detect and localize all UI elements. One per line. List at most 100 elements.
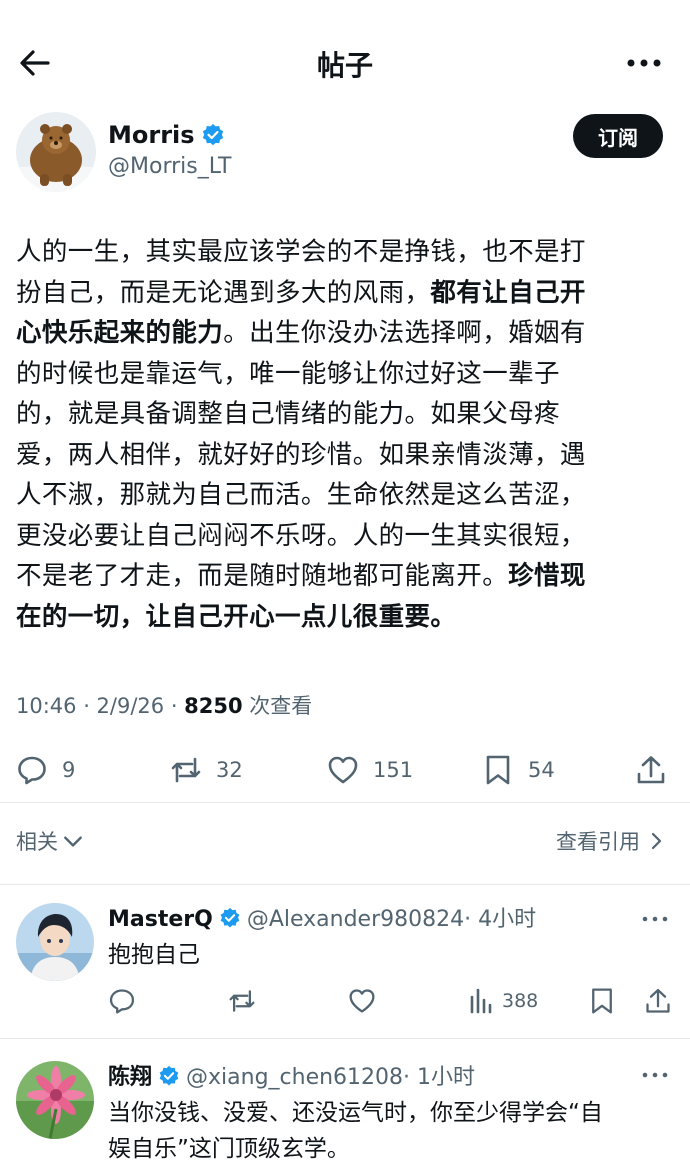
post-text-segment: 。出生你没办法选择啊，婚姻有 (223, 318, 586, 348)
views-icon (470, 988, 492, 1014)
verified-icon (159, 1065, 179, 1086)
post-text-segment: 人的一生，其实最应该学会的不是挣钱，也不是打 (16, 237, 586, 267)
more-button[interactable] (624, 48, 664, 78)
post-text-line: 爱，两人相伴，就好好的珍惜。如果亲情淡薄，遇 (16, 435, 676, 476)
reply-text-line: 抱抱自己 (108, 942, 200, 968)
post-text-bold-segment: 珍惜现 (508, 561, 586, 591)
reply-avatar[interactable] (16, 1061, 94, 1139)
reply-time: · 1小时 (403, 1065, 476, 1090)
view-quotes-label: 查看引用 (556, 830, 640, 854)
author-avatar[interactable] (16, 112, 96, 192)
post-text: 人的一生，其实最应该学会的不是挣钱，也不是打 扮自己，而是无论遇到多大的风雨，都有… (16, 232, 676, 637)
post-actions: 9 32 151 54 (0, 745, 690, 795)
reply-avatar[interactable] (16, 903, 94, 981)
post-text-segment: 爱，两人相伴，就好好的珍惜。如果亲情淡薄，遇 (16, 439, 586, 470)
views-count: 388 (502, 990, 539, 1012)
post-text-line: 人的一生，其实最应该学会的不是挣钱，也不是打 (16, 232, 676, 273)
view-count: 8250 (184, 694, 243, 718)
like-button[interactable] (348, 983, 376, 1019)
chevron-down-icon (64, 836, 82, 847)
reply-author-handle[interactable]: @Alexander980824 (247, 907, 464, 932)
more-icon (627, 59, 661, 67)
reply-icon (109, 989, 135, 1014)
reply-author-name[interactable]: MasterQ (108, 907, 213, 932)
verified-icon (202, 124, 223, 146)
post-text-bold-segment: 在的一切，让自己开心一点儿很重要。 (16, 601, 457, 632)
post-text-line: 更没必要让自己闷闷不乐呀。人的一生其实很短， (16, 516, 676, 557)
reply-header: 陈翔 @xiang_chen61208· 1小时 (108, 1059, 475, 1091)
like-count: 151 (373, 758, 414, 782)
more-icon (642, 916, 668, 922)
author-name-text: Morris (108, 121, 195, 149)
post-text-line: 不是老了才走，而是随时随地都可能离开。珍惜现 (16, 556, 676, 597)
share-icon (637, 756, 665, 784)
post-text-line: 的，就是具备调整自己情绪的能力。如果父母疼 (16, 394, 676, 435)
chevron-right-icon (651, 832, 662, 850)
share-button[interactable] (635, 745, 681, 795)
divider (0, 802, 690, 803)
post-text-segment: 更没必要让自己闷闷不乐呀。人的一生其实很短， (16, 520, 586, 551)
reply-more-button[interactable] (640, 909, 670, 929)
reply-more-button[interactable] (640, 1065, 670, 1085)
post-text-bold-segment: 都有让自己开 (430, 277, 586, 308)
reply-text: 当你没钱、没爱、还没运气时，你至少得学会“自 娱自乐”这门顶级玄学。 (108, 1095, 678, 1167)
post-text-line: 人不淑，那就为自己而活。生命依然是这么苦涩， (16, 475, 676, 516)
repost-count: 32 (216, 758, 243, 782)
anime-boy-avatar-image (16, 903, 94, 981)
repost-button[interactable] (228, 983, 256, 1019)
views-button[interactable]: 388 (468, 983, 538, 1019)
bookmark-count: 54 (528, 758, 555, 782)
reply-text: 抱抱自己 (108, 937, 678, 973)
reply-actions: 388 (0, 983, 690, 1019)
related-label: 相关 (16, 830, 58, 854)
like-icon (349, 989, 375, 1013)
post-text-bold-segment: 心快乐起来的能力 (16, 318, 224, 348)
post-timestamp: 10:46 · 2/9/26 · (16, 694, 185, 718)
reply-button[interactable]: 9 (16, 745, 75, 795)
reply-author-handle[interactable]: @xiang_chen61208 (186, 1065, 403, 1090)
reply-icon (18, 756, 46, 785)
bookmark-button[interactable]: 54 (482, 745, 555, 795)
post-text-segment: 扮自己，而是无论遇到多大的风雨， (16, 277, 431, 308)
bookmark-button[interactable] (588, 983, 616, 1019)
bear-avatar-image (16, 112, 96, 192)
subscribe-button[interactable]: 订阅 (573, 114, 663, 158)
flower-avatar-image (16, 1061, 94, 1139)
page-title: 帖子 (316, 49, 373, 82)
like-icon (328, 756, 358, 784)
repost-icon (171, 757, 201, 783)
post-text-line: 扮自己，而是无论遇到多大的风雨，都有让自己开 (16, 273, 676, 314)
reply-count: 9 (62, 758, 76, 782)
post-text-line: 的时候也是靠运气，唯一能够让你过好这一辈子 (16, 354, 676, 395)
reply-text-line: 娱自乐”这门顶级玄学。 (108, 1136, 350, 1162)
post-text-line: 在的一切，让自己开心一点儿很重要。 (16, 597, 676, 638)
author-name[interactable]: Morris (108, 121, 225, 149)
reply-author-name[interactable]: 陈翔 (108, 1065, 152, 1090)
post-text-segment: 不是老了才走，而是随时随地都可能离开。 (16, 561, 509, 591)
bookmark-icon (592, 988, 612, 1014)
post-text-line: 心快乐起来的能力。出生你没办法选择啊，婚姻有 (16, 313, 676, 354)
like-button[interactable]: 151 (327, 745, 413, 795)
post-meta: 10:46 · 2/9/26 · 8250 次查看 (16, 690, 312, 720)
bookmark-icon (486, 755, 510, 785)
repost-icon (229, 990, 255, 1012)
post-text-segment: 的，就是具备调整自己情绪的能力。如果父母疼 (16, 399, 560, 429)
reply-item[interactable]: 陈翔 @xiang_chen61208· 1小时 当你没钱、没爱、还没运气时，你… (0, 1039, 690, 1172)
share-icon (646, 988, 670, 1013)
post-text-segment: 人不淑，那就为自己而活。生命依然是这么苦涩， (16, 480, 586, 510)
reply-button[interactable] (108, 983, 136, 1019)
author-handle[interactable]: @Morris_LT (108, 154, 231, 179)
repost-button[interactable]: 32 (170, 745, 243, 795)
post-text-segment: 的时候也是靠运气，唯一能够让你过好这一辈子 (16, 358, 560, 389)
verified-icon (220, 907, 240, 928)
share-button[interactable] (644, 983, 672, 1019)
reply-header: MasterQ @Alexander980824· 4小时 (108, 901, 536, 933)
reply-text-line: 当你没钱、没爱、还没运气时，你至少得学会“自 (108, 1100, 603, 1126)
view-quotes-link[interactable]: 查看引用 (556, 826, 666, 856)
view-count-label: 次查看 (242, 694, 313, 718)
related-toggle[interactable]: 相关 (16, 826, 84, 856)
more-icon (642, 1072, 668, 1078)
reply-item[interactable]: MasterQ @Alexander980824· 4小时 抱抱自己 388 (0, 885, 690, 1035)
reply-time: · 4小时 (464, 907, 537, 932)
top-bar: 帖子 (0, 0, 690, 128)
